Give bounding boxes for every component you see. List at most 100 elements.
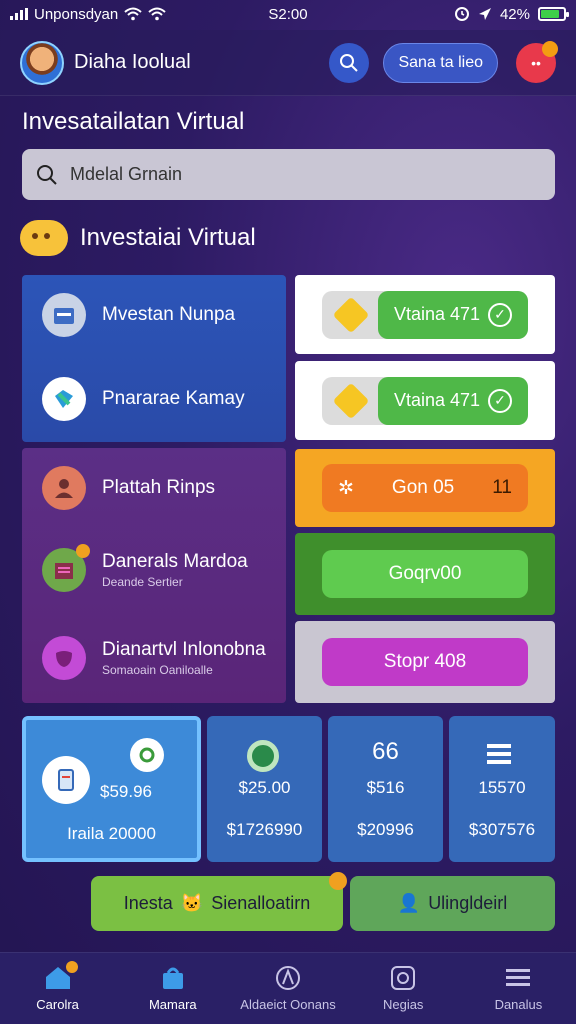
- page-title: Invesatailatan Virtual: [22, 108, 245, 135]
- stat-card-3[interactable]: 66 $516 $20996: [328, 716, 443, 862]
- stat-value: $516: [366, 778, 405, 797]
- grey-card: Stopr 408: [295, 621, 555, 703]
- app-header: Diaha Ioolual Sana ta lieo ••: [0, 30, 576, 96]
- stat-top: 66: [372, 738, 399, 765]
- stat-subvalue: Iraila 20000: [67, 824, 156, 843]
- avatar-icon: 👤: [397, 893, 421, 913]
- banner-button-1[interactable]: Inesta 🐱 Sienalloatirn: [91, 872, 347, 931]
- search-button[interactable]: [329, 42, 370, 83]
- section-title: Investaiai Virtual: [80, 224, 256, 251]
- home-icon: [44, 961, 78, 991]
- status-bar: Unponsdyan S2:00 42%: [0, 0, 576, 28]
- menu-item-label: Dianartvl Inlonobna: [102, 639, 266, 660]
- store-icon: [42, 544, 90, 592]
- wifi-icon: [148, 7, 166, 21]
- menu-item-label: Pnararae Kamay: [102, 388, 245, 409]
- target-icon: [247, 740, 279, 772]
- stat-card-4[interactable]: 15570 $307576: [449, 716, 555, 862]
- banner-label: Inesta: [123, 893, 173, 913]
- signal-icon: [10, 8, 28, 20]
- menu-item-mvestan[interactable]: Mvestan Nunpa: [42, 293, 235, 337]
- notification-button[interactable]: ••: [516, 40, 558, 83]
- location-icon: [478, 8, 491, 20]
- tab-label: Aldaeict Oonans: [240, 997, 336, 1012]
- menu-item-pnararae[interactable]: Pnararae Kamay: [42, 377, 245, 421]
- tab-label: Mamara: [148, 997, 197, 1012]
- blue-menu-panel: Mvestan Nunpa Pnararae Kamay: [22, 275, 286, 442]
- virtual-button-2[interactable]: Vtaina 471 ✓: [322, 376, 528, 425]
- virtual-button-1[interactable]: Vtaina 471 ✓: [322, 290, 528, 339]
- mask-icon: [42, 636, 86, 680]
- virtual-card-1: Vtaina 471 ✓: [295, 275, 555, 354]
- stat-value: $59.96: [100, 782, 152, 801]
- smile-icon: [20, 220, 68, 256]
- battery-percent: 42%: [499, 5, 530, 23]
- menu-item-label: Mvestan Nunpa: [102, 304, 236, 325]
- virtual-button-label: Vtaina 471: [394, 304, 481, 324]
- menu-item-label: Plattah Rinps: [102, 477, 216, 498]
- stat-value: $25.00: [238, 778, 291, 797]
- stopr-button[interactable]: Stopr 408: [322, 638, 528, 686]
- compass-icon: [274, 965, 302, 991]
- banner-label-2: Sienalloatirn: [211, 893, 311, 913]
- tab-label: Carolra: [36, 997, 79, 1012]
- tab-label: Danalus: [494, 997, 543, 1012]
- menu-icon: [504, 965, 532, 991]
- puzzle-icon: [42, 377, 86, 421]
- menu-item-label: Danerals Mardoa: [102, 551, 248, 572]
- menu-item-dianartvl[interactable]: Dianartvl Inlonobna Somaoain Oaniloalle: [42, 636, 266, 680]
- tab-danalus[interactable]: Danalus: [461, 953, 576, 1024]
- orange-card: ✲ Gon 05 11: [295, 449, 555, 527]
- notification-badge: [542, 40, 558, 57]
- star-icon: ✲: [338, 477, 354, 499]
- banner-button-2[interactable]: 👤 Ulingldeirl: [350, 876, 555, 931]
- gon-button-suffix: 11: [492, 477, 512, 498]
- banner-label: Ulingldeirl: [428, 893, 508, 913]
- item-badge: [76, 544, 90, 558]
- cat-icon: 🐱: [180, 893, 204, 913]
- user-group-icon: [42, 466, 86, 510]
- stat-card-1[interactable]: $59.96 Iraila 20000: [22, 716, 201, 862]
- header-pill-button[interactable]: Sana ta lieo: [383, 42, 498, 83]
- menu-item-sublabel: Somaoain Oaniloalle: [102, 663, 213, 677]
- tab-mamara[interactable]: Mamara: [115, 953, 230, 1024]
- virtual-button-label: Vtaina 471: [394, 390, 481, 410]
- section-header: Investaiai Virtual: [20, 220, 256, 256]
- goqrv-button[interactable]: Goqrv00: [322, 550, 528, 598]
- notification-label: ••: [531, 54, 541, 71]
- calendar-icon: [42, 293, 86, 337]
- green-card: Goqrv00: [295, 533, 555, 615]
- banner-badge: [329, 872, 347, 890]
- virtual-card-2: Vtaina 471 ✓: [295, 361, 555, 440]
- tab-label: Negias: [382, 997, 424, 1012]
- search-input[interactable]: Mdelal Grnain: [22, 149, 555, 200]
- check-icon: ✓: [488, 388, 512, 413]
- menu-item-danerals[interactable]: Danerals Mardoa Deande Sertier: [42, 544, 248, 592]
- search-value: Mdelal Grnain: [70, 164, 183, 184]
- alarm-icon: [454, 7, 469, 21]
- stat-subvalue: $307576: [468, 820, 536, 839]
- stat-value: 15570: [478, 778, 526, 797]
- app-brand: Diaha Ioolual: [74, 51, 191, 73]
- camera-icon: [389, 965, 417, 991]
- wifi-icon: [124, 7, 142, 21]
- stat-card-2[interactable]: $25.00 $1726990: [207, 716, 322, 862]
- refresh-icon: [130, 738, 164, 772]
- search-icon: [37, 164, 57, 185]
- avatar[interactable]: [20, 40, 64, 85]
- menu-item-sublabel: Deande Sertier: [102, 575, 183, 589]
- list-icon: [485, 742, 513, 766]
- search-icon: [340, 53, 359, 72]
- battery-icon: [538, 7, 569, 21]
- check-icon: ✓: [488, 302, 512, 327]
- stat-subvalue: $1726990: [226, 820, 303, 839]
- purple-menu-panel: Plattah Rinps Danerals Mardoa Deande Ser…: [22, 448, 286, 703]
- gon-button-label: Gon 05: [391, 477, 455, 498]
- bag-icon: [159, 965, 187, 991]
- carrier-label: Unponsdyan: [34, 5, 119, 23]
- tab-negias[interactable]: Negias: [346, 953, 461, 1024]
- menu-item-plattah[interactable]: Plattah Rinps: [42, 466, 215, 510]
- gon-button[interactable]: ✲ Gon 05 11: [322, 464, 528, 512]
- tab-aldaeict[interactable]: Aldaeict Oonans: [230, 953, 345, 1024]
- tab-carolra[interactable]: Carolra: [0, 953, 115, 1024]
